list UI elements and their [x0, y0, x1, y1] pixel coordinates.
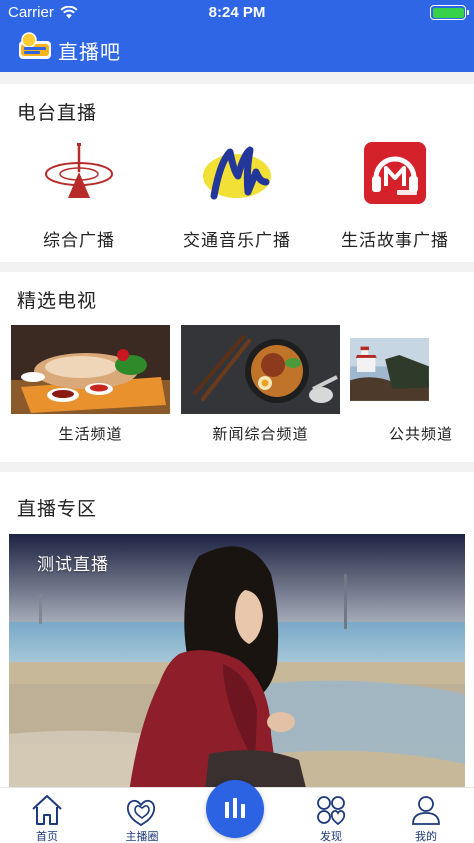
radio-item-label: 生活故事广播 [341, 231, 449, 250]
tv-thumbnail-noodle-bowl [181, 325, 340, 414]
radio-item-life-story[interactable]: 生活故事广播 [316, 142, 474, 251]
status-bar: Carrier 8:24 PM [0, 0, 474, 24]
tv-section: 精选电视 生活频道 新闻综合频道 公共频道 [0, 272, 474, 462]
status-time: 8:24 PM [208, 4, 266, 21]
tab-live-center[interactable] [206, 780, 264, 838]
radio-item-traffic-music[interactable]: 交通音乐广播 [158, 142, 316, 251]
tv-item-label: 生活频道 [58, 426, 123, 443]
hearts-icon [127, 799, 155, 827]
tab-bar: 首页 主播圈 发现 我的 [0, 780, 474, 843]
tab-anchor-circle[interactable]: 主播圈 [95, 788, 189, 843]
tv-item-news[interactable]: 新闻综合频道 [181, 325, 340, 444]
nav-bar: 直播吧 [0, 24, 474, 72]
tv-item-label: 公共频道 [388, 426, 453, 443]
radio-item-label: 综合广播 [43, 231, 115, 250]
radio-section: 电台直播 综合广播 交通音乐广播 生活故事广播 [0, 84, 474, 262]
traffic-music-logo-icon [203, 146, 271, 200]
home-icon [32, 795, 62, 825]
tab-profile[interactable]: 我的 [379, 788, 473, 843]
tab-home[interactable]: 首页 [0, 788, 94, 843]
profile-icon [412, 796, 440, 825]
tab-label: 首页 [36, 831, 58, 843]
tab-label: 发现 [320, 831, 342, 843]
radio-section-title: 电台直播 [17, 103, 98, 124]
live-banner-caption: 测试直播 [37, 555, 109, 574]
battery-icon [430, 5, 469, 20]
broadcast-tower-icon [45, 143, 113, 198]
tv-item-life[interactable]: 生活频道 [11, 325, 170, 444]
app-logo-icon[interactable] [18, 31, 52, 63]
audio-bars-icon [225, 798, 245, 818]
live-section-title: 直播专区 [17, 499, 98, 520]
live-banner[interactable]: 测试直播 [9, 534, 465, 792]
headphones-logo-icon [364, 142, 426, 204]
radio-item-label: 交通音乐广播 [183, 231, 291, 250]
tab-discover[interactable]: 发现 [284, 788, 378, 843]
tv-thumbnail-lighthouse [350, 338, 429, 401]
tv-thumbnail-food-platter [11, 325, 170, 414]
tab-label: 主播圈 [125, 831, 159, 843]
tab-label: 我的 [415, 831, 437, 843]
nav-title: 直播吧 [58, 42, 121, 64]
tv-section-title: 精选电视 [17, 291, 98, 312]
tv-item-public[interactable]: 公共频道 [350, 325, 474, 444]
live-section: 直播专区 测试直播 [0, 472, 474, 792]
discover-circles-icon [317, 796, 346, 826]
radio-item-general[interactable]: 综合广播 [0, 142, 158, 251]
tv-item-label: 新闻综合频道 [212, 426, 309, 443]
